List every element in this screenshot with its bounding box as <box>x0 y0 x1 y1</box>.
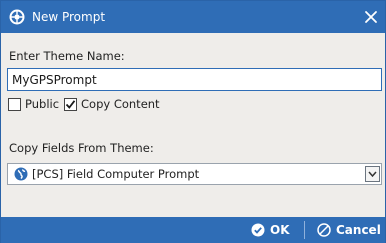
ok-button[interactable]: OK <box>251 222 290 238</box>
cancel-icon <box>317 223 331 237</box>
public-checkbox-row[interactable]: Public <box>8 96 59 112</box>
checkmark-icon <box>65 99 76 109</box>
ok-label: OK <box>270 223 290 237</box>
theme-name-label: Enter Theme Name: <box>9 49 125 63</box>
public-label: Public <box>25 97 60 111</box>
chevron-down-icon <box>368 171 377 178</box>
theme-name-input[interactable] <box>7 68 382 91</box>
cancel-label: Cancel <box>336 223 381 237</box>
dialog-footer: OK Cancel <box>1 217 385 243</box>
copy-content-checkbox[interactable] <box>64 97 77 111</box>
check-circle-icon <box>251 223 265 237</box>
cancel-button[interactable]: Cancel <box>317 222 381 238</box>
app-logo-icon <box>9 9 25 25</box>
copy-fields-label: Copy Fields From Theme: <box>9 141 154 155</box>
copy-fields-value: [PCS] Field Computer Prompt <box>32 167 200 181</box>
close-icon[interactable] <box>363 9 379 25</box>
public-checkbox[interactable] <box>8 97 21 111</box>
new-prompt-dialog: New Prompt Enter Theme Name: Public Copy… <box>0 0 386 243</box>
copy-content-label: Copy Content <box>81 97 160 111</box>
dropdown-button[interactable] <box>365 166 380 182</box>
globe-icon <box>14 167 28 181</box>
copy-fields-select[interactable]: [PCS] Field Computer Prompt <box>7 163 382 185</box>
title-bar: New Prompt <box>1 1 385 33</box>
copy-content-checkbox-row[interactable]: Copy Content <box>64 96 160 112</box>
button-divider <box>304 221 305 239</box>
window-title: New Prompt <box>32 10 106 24</box>
